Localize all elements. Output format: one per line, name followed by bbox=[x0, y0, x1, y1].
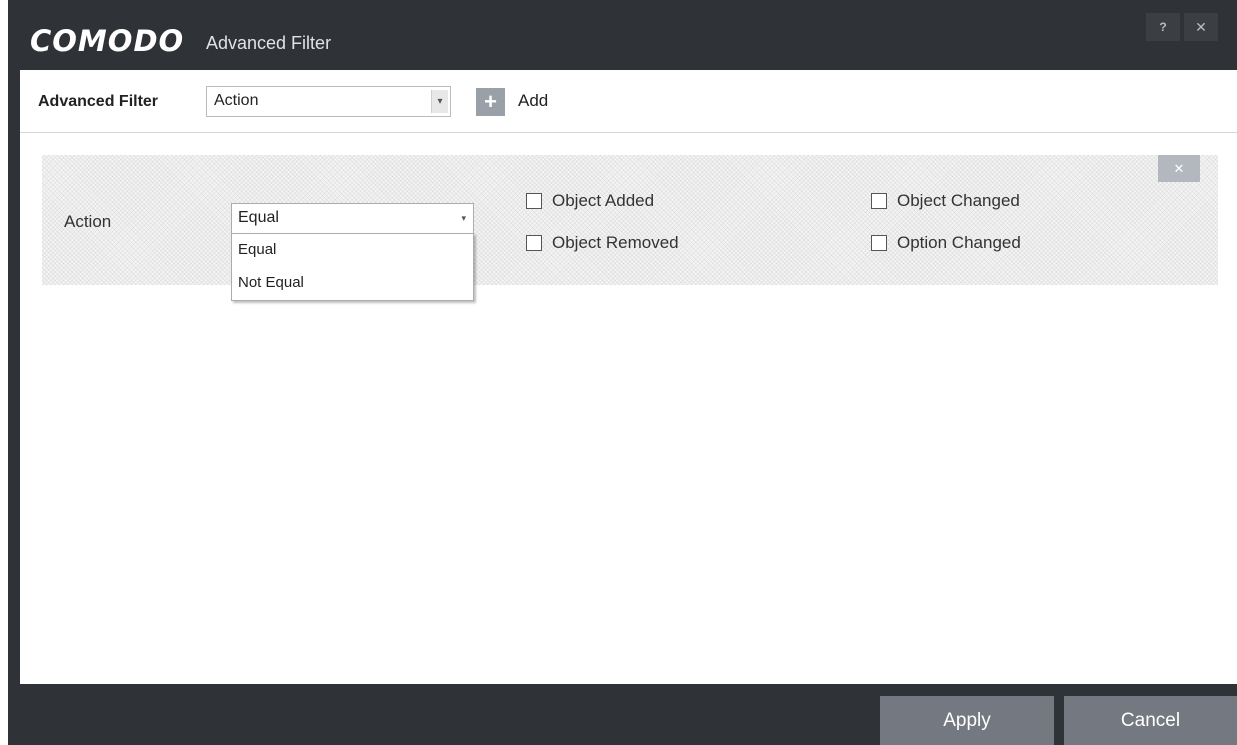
add-filter-label[interactable]: Add bbox=[518, 91, 548, 111]
chevron-down-icon[interactable]: ▾ bbox=[461, 213, 466, 224]
title-bar: COMODO Advanced Filter ? ✕ bbox=[8, 0, 1237, 70]
checkbox-option-changed[interactable]: Option Changed bbox=[871, 233, 1021, 253]
comodo-logo: COMODO bbox=[30, 24, 185, 58]
checkbox-object-added[interactable]: Object Added bbox=[526, 191, 654, 211]
filter-type-select[interactable]: Action ▾ bbox=[206, 86, 451, 117]
action-filter-row: ✕ Action Equal ▾ Equal Not Equal Object … bbox=[42, 155, 1218, 301]
operator-dropdown-list: Equal Not Equal bbox=[231, 233, 474, 301]
checkbox-label: Object Removed bbox=[552, 233, 679, 252]
remove-filter-button[interactable]: ✕ bbox=[1158, 155, 1200, 182]
dialog-footer: Apply Cancel bbox=[8, 684, 1237, 745]
close-icon: ✕ bbox=[1173, 160, 1185, 176]
checkbox-box[interactable] bbox=[526, 193, 542, 209]
operator-option-not-equal[interactable]: Not Equal bbox=[232, 267, 473, 300]
help-icon: ? bbox=[1159, 20, 1167, 34]
checkbox-box[interactable] bbox=[526, 235, 542, 251]
add-filter-button[interactable]: + bbox=[476, 88, 505, 116]
checkbox-box[interactable] bbox=[871, 235, 887, 251]
window-title: Advanced Filter bbox=[206, 33, 332, 53]
filter-toolbar: Advanced Filter Action ▾ + Add bbox=[20, 70, 1237, 133]
chevron-down-icon[interactable]: ▾ bbox=[431, 90, 448, 113]
filter-row-label: Action bbox=[64, 212, 112, 231]
checkbox-box[interactable] bbox=[871, 193, 887, 209]
filter-type-value: Action bbox=[214, 92, 259, 109]
plus-icon: + bbox=[484, 89, 497, 114]
help-button[interactable]: ? bbox=[1146, 13, 1180, 41]
close-icon: ✕ bbox=[1195, 18, 1207, 35]
operator-select[interactable]: Equal ▾ bbox=[231, 203, 474, 234]
checkbox-object-removed[interactable]: Object Removed bbox=[526, 233, 679, 253]
checkbox-label: Object Changed bbox=[897, 191, 1020, 210]
checkbox-object-changed[interactable]: Object Changed bbox=[871, 191, 1020, 211]
checkbox-label: Object Added bbox=[552, 191, 655, 210]
cancel-button[interactable]: Cancel bbox=[1064, 696, 1237, 745]
advanced-filter-label: Advanced Filter bbox=[38, 93, 159, 110]
operator-option-equal[interactable]: Equal bbox=[232, 234, 473, 267]
window-close-button[interactable]: ✕ bbox=[1184, 13, 1218, 41]
operator-value: Equal bbox=[238, 209, 279, 226]
filter-content-area: Advanced Filter Action ▾ + Add ✕ Action … bbox=[20, 70, 1237, 684]
apply-button[interactable]: Apply bbox=[880, 696, 1054, 745]
checkbox-label: Option Changed bbox=[897, 233, 1021, 252]
advanced-filter-window: COMODO Advanced Filter ? ✕ Advanced Filt… bbox=[8, 0, 1237, 745]
